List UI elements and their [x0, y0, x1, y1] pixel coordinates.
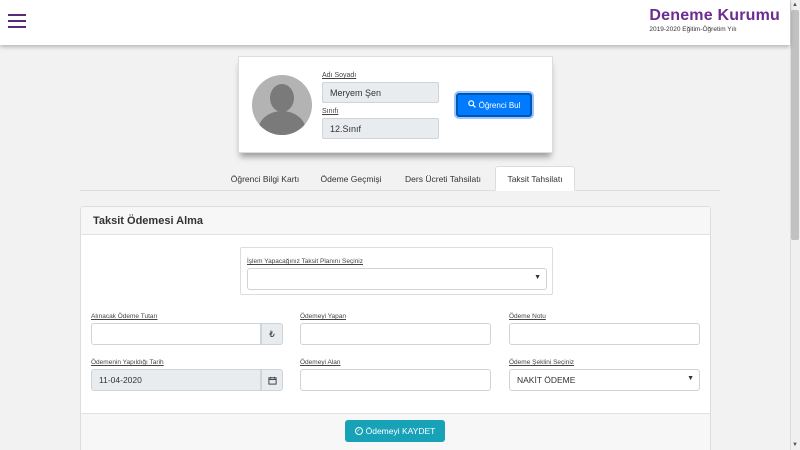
brand-title: Deneme Kurumu	[649, 7, 780, 24]
student-name-label: Adı Soyadı	[322, 72, 357, 79]
payment-method-label: Ödeme Şeklini Seçiniz	[509, 359, 575, 366]
student-class-label: Sınıfı	[322, 108, 339, 115]
chevron-down-icon: ▼	[687, 375, 694, 382]
scroll-up-icon[interactable]: ▲	[792, 2, 798, 8]
tab-bar: Öğrenci Bilgi Kartı Ödeme Geçmişi Ders Ü…	[80, 166, 720, 191]
tab-student-info[interactable]: Öğrenci Bilgi Kartı	[217, 166, 313, 191]
tab-installment[interactable]: Taksit Tahsilatı	[495, 166, 575, 191]
student-class-field: 12.Sınıf	[322, 118, 439, 139]
payment-method-select[interactable]: NAKİT ÖDEME ▼	[509, 369, 700, 391]
student-card: Adı Soyadı Meryem Şen Sınıfı 12.Sınıf Öğ…	[238, 56, 553, 153]
lira-icon: ₺	[261, 323, 283, 345]
find-student-label: Öğrenci Bul	[478, 100, 521, 110]
payment-method-value: NAKİT ÖDEME	[517, 375, 576, 385]
panel-title: Taksit Ödemesi Alma	[81, 207, 710, 235]
save-payment-button[interactable]: ✓ Ödemeyi KAYDET	[345, 420, 445, 442]
installment-panel: Taksit Ödemesi Alma İşlem Yapacağınız Ta…	[80, 206, 711, 450]
find-student-button[interactable]: Öğrenci Bul	[456, 93, 532, 117]
calendar-icon[interactable]	[261, 369, 283, 391]
date-input[interactable]: 11-04-2020	[91, 369, 261, 391]
top-navbar: Deneme Kurumu 2019-2020 Eğitim-Öğretim Y…	[0, 0, 790, 45]
plan-box: İşlem Yapacağınız Taksit Planını Seçiniz…	[240, 247, 553, 295]
payer-label: Ödemeyi Yapan	[300, 313, 347, 320]
avatar	[252, 75, 312, 135]
receiver-label: Ödemeyi Alan	[300, 359, 341, 366]
amount-label: Alınacak Ödeme Tutarı	[91, 313, 158, 320]
scroll-down-icon[interactable]: ▼	[792, 442, 798, 448]
date-label: Ödemenin Yapıldığı Tarih	[91, 359, 164, 366]
plan-label: İşlem Yapacağınız Taksit Planını Seçiniz	[247, 258, 363, 265]
brand-subtitle: 2019-2020 Eğitim-Öğretim Yılı	[649, 26, 737, 33]
check-circle-icon: ✓	[354, 427, 363, 435]
search-icon	[467, 100, 476, 110]
plan-select[interactable]: ▼	[247, 268, 547, 290]
tab-payment-history[interactable]: Ödeme Geçmişi	[313, 166, 389, 191]
note-label: Ödeme Notu	[509, 313, 546, 320]
note-input[interactable]	[509, 323, 700, 345]
tab-course-fee[interactable]: Ders Ücreti Tahsilatı	[395, 166, 491, 191]
receiver-input[interactable]	[300, 369, 491, 391]
chevron-down-icon: ▼	[534, 274, 541, 281]
brand: Deneme Kurumu 2019-2020 Eğitim-Öğretim Y…	[649, 7, 780, 33]
save-payment-label: Ödemeyi KAYDET	[365, 426, 436, 436]
amount-input[interactable]	[91, 323, 261, 345]
hamburger-menu-icon[interactable]	[8, 14, 26, 30]
page-scrollbar[interactable]: ▲ ▼	[790, 0, 800, 450]
scroll-thumb[interactable]	[791, 10, 799, 240]
payer-input[interactable]	[300, 323, 491, 345]
student-name-field: Meryem Şen	[322, 82, 439, 103]
